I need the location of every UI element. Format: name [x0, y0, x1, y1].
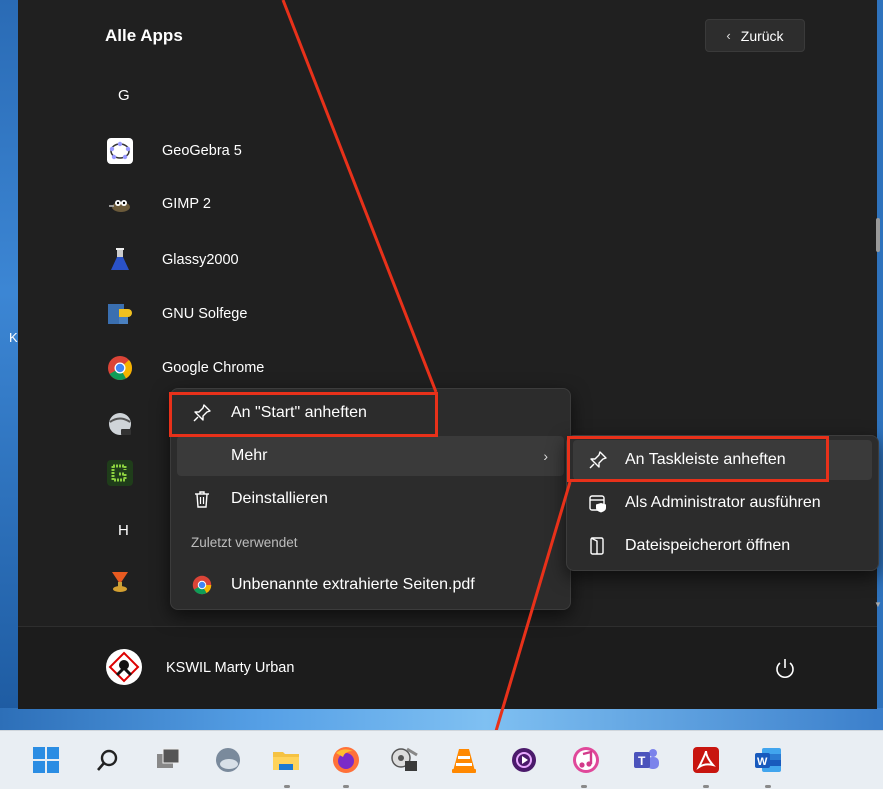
all-apps-title: Alle Apps: [105, 26, 183, 45]
highlight-pin-to-start: [169, 392, 438, 437]
app-label: GIMP 2: [162, 196, 211, 212]
media-player-icon: [512, 748, 536, 772]
teams[interactable]: T: [627, 741, 665, 779]
chrome-icon: [191, 574, 213, 596]
chrome-icon: [107, 355, 133, 381]
recent-section-header: Zuletzt verwendet: [191, 535, 298, 550]
desktop-background-right: [877, 0, 883, 730]
h-app-icon: [107, 568, 133, 594]
weather-widget[interactable]: [209, 741, 247, 779]
media-player[interactable]: [505, 741, 543, 779]
chevron-left-icon: ‹: [726, 28, 731, 43]
avatar[interactable]: [106, 649, 142, 685]
taskbar: T W: [0, 730, 883, 789]
blank-icon: [191, 445, 213, 467]
desktop-background-bottom: [0, 708, 883, 730]
trash-icon: [191, 488, 213, 510]
app-label: GeoGebra 5: [162, 143, 242, 159]
gimp-icon: [107, 191, 133, 217]
task-view-icon: [157, 748, 180, 768]
section-letter-h[interactable]: H: [118, 522, 129, 539]
recent-item[interactable]: Unbenannte extrahierte Seiten.pdf: [177, 565, 564, 605]
menu-item-label: Deinstallieren: [231, 490, 328, 507]
back-label: Zurück: [740, 27, 784, 44]
svg-text:T: T: [638, 754, 646, 768]
google-earth-pro-icon: [107, 411, 133, 437]
file-explorer[interactable]: [267, 741, 305, 779]
folder-icon: [273, 752, 299, 770]
desktop-edge-text: K: [9, 330, 18, 345]
teams-icon: T: [634, 749, 659, 769]
acrobat[interactable]: [687, 741, 725, 779]
start-button[interactable]: [27, 741, 65, 779]
film-app[interactable]: [385, 741, 423, 779]
vlc[interactable]: [445, 741, 483, 779]
green-app-icon: [107, 460, 133, 486]
power-icon[interactable]: [772, 655, 798, 681]
back-button[interactable]: ‹ Zurück: [705, 19, 805, 52]
geogebra-icon: [107, 138, 133, 164]
app-item-glassy2000[interactable]: Glassy2000: [103, 236, 573, 284]
folder-open-icon: [587, 535, 609, 557]
recent-item-label: Unbenannte extrahierte Seiten.pdf: [231, 576, 475, 593]
menu-item-more[interactable]: Mehr ›: [177, 436, 564, 476]
app-item-gnu-solfege[interactable]: GNU Solfege: [103, 290, 573, 338]
desktop-background-left: [0, 0, 18, 730]
vlc-icon: [452, 749, 476, 773]
search-button[interactable]: [89, 741, 127, 779]
menu-item-run-as-admin[interactable]: Als Administrator ausführen: [573, 483, 872, 523]
search-icon: [97, 749, 118, 771]
film-icon: [391, 747, 418, 771]
svg-text:W: W: [757, 756, 768, 768]
gnu-solfege-icon: [107, 301, 133, 327]
user-name[interactable]: KSWIL Marty Urban: [166, 660, 294, 676]
section-letter-g[interactable]: G: [118, 87, 130, 104]
menu-item-label: Mehr: [231, 447, 268, 464]
app-label: GNU Solfege: [162, 306, 248, 322]
menu-item-uninstall[interactable]: Deinstallieren: [177, 479, 564, 519]
task-view-button[interactable]: [149, 741, 187, 779]
word-icon: W: [755, 748, 781, 772]
weather-icon: [216, 748, 240, 772]
menu-item-label: Als Administrator ausführen: [625, 494, 821, 511]
scrollbar-thumb[interactable]: [876, 218, 880, 252]
scroll-down-icon[interactable]: ▼: [874, 600, 882, 609]
windows-icon: [33, 747, 59, 773]
admin-shield-icon: [587, 492, 609, 514]
start-menu-footer: KSWIL Marty Urban: [18, 626, 877, 709]
app-label: Glassy2000: [162, 252, 239, 268]
itunes[interactable]: [567, 741, 605, 779]
app-item-google-chrome[interactable]: Google Chrome: [103, 344, 573, 392]
glassy-flask-icon: [107, 247, 133, 273]
itunes-icon: [573, 747, 599, 773]
firefox[interactable]: [327, 741, 365, 779]
app-label: Google Chrome: [162, 360, 265, 376]
chevron-right-icon: ›: [543, 448, 548, 464]
word[interactable]: W: [749, 741, 787, 779]
menu-item-label: Dateispeicherort öffnen: [625, 537, 791, 554]
menu-item-open-file-location[interactable]: Dateispeicherort öffnen: [573, 526, 872, 566]
app-item-gimp[interactable]: GIMP 2: [103, 180, 573, 228]
firefox-icon: [333, 747, 359, 773]
highlight-pin-to-taskbar: [567, 436, 829, 482]
app-item-geogebra[interactable]: GeoGebra 5: [103, 127, 573, 175]
acrobat-icon: [693, 747, 719, 773]
